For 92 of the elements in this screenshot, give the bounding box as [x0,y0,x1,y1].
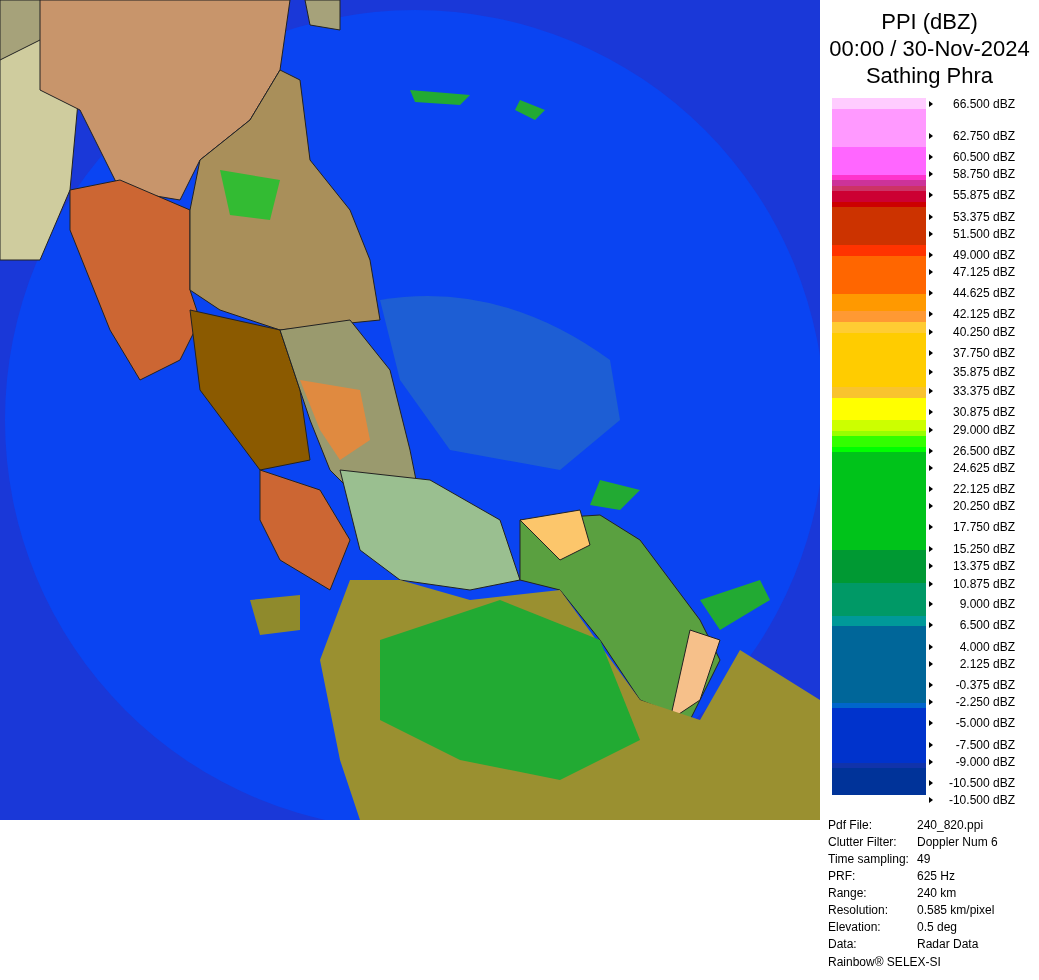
tick-arrow-icon [929,601,933,607]
tick-arrow-icon [929,350,933,356]
tick-arrow-icon [929,465,933,471]
scale-label: -10.500 dBZ [947,776,1015,790]
scale-label: 2.125 dBZ [958,657,1015,671]
scale-label: 15.250 dBZ [951,542,1015,556]
tick-arrow-icon [929,101,933,107]
scale-label: 24.625 dBZ [951,461,1015,475]
info-label: Data: [828,936,858,953]
info-value: 0.585 km/pixel [917,902,995,919]
scale-label: 6.500 dBZ [958,618,1015,632]
tick-arrow-icon [929,252,933,258]
info-value: 0.5 deg [917,919,958,936]
tick-arrow-icon [929,682,933,688]
scale-label: 58.750 dBZ [951,167,1015,181]
info-value: 49 [917,851,931,868]
scale-label: 42.125 dBZ [951,307,1015,321]
info-label: Pdf File: [828,817,873,834]
tick-arrow-icon [929,290,933,296]
scale-label: 26.500 dBZ [951,444,1015,458]
scale-label: 10.875 dBZ [951,577,1015,591]
tick-arrow-icon [929,192,933,198]
site-name: Sathing Phra [865,62,994,89]
info-label: PRF: [828,868,857,885]
info-value: 240_820.ppi [917,817,984,834]
scale-label: 35.875 dBZ [951,365,1015,379]
scale-label: 40.250 dBZ [951,325,1015,339]
scale-label: -9.000 dBZ [954,755,1015,769]
scale-label: 30.875 dBZ [951,405,1015,419]
tick-arrow-icon [929,427,933,433]
info-value: Doppler Num 6 [917,834,998,851]
tick-arrow-icon [929,524,933,530]
scale-label: 20.250 dBZ [951,499,1015,513]
tick-arrow-icon [929,759,933,765]
tick-arrow-icon [929,409,933,415]
tick-arrow-icon [929,644,933,650]
info-label: Elevation: [828,919,882,936]
scale-label: 49.000 dBZ [951,248,1015,262]
tick-arrow-icon [929,214,933,220]
tick-arrow-icon [929,171,933,177]
scale-label: 33.375 dBZ [951,384,1015,398]
tick-arrow-icon [929,797,933,803]
info-value: Radar Data [917,936,979,953]
tick-arrow-icon [929,133,933,139]
tick-arrow-icon [929,622,933,628]
tick-arrow-icon [929,369,933,375]
footer-credit: Rainbow® SELEX-SI [828,954,942,971]
scale-label: 66.500 dBZ [951,97,1015,111]
scale-label: 13.375 dBZ [951,559,1015,573]
tick-arrow-icon [929,154,933,160]
scale-label: 60.500 dBZ [951,150,1015,164]
product-title: PPI (dBZ) [881,8,978,35]
scale-label: 62.750 dBZ [951,129,1015,143]
tick-arrow-icon [929,581,933,587]
scale-label: 44.625 dBZ [951,286,1015,300]
scale-label: 22.125 dBZ [951,482,1015,496]
tick-arrow-icon [929,780,933,786]
info-value: 240 km [917,885,957,902]
tick-arrow-icon [929,448,933,454]
info-label: Range: [828,885,868,902]
date-time: 00:00 / 30-Nov-2024 [829,35,1030,62]
tick-arrow-icon [929,720,933,726]
scale-label: -7.500 dBZ [954,738,1015,752]
scale-label: 53.375 dBZ [951,210,1015,224]
scale-label: -5.000 dBZ [954,716,1015,730]
scale-label: 17.750 dBZ [951,520,1015,534]
scale-label: 9.000 dBZ [958,597,1015,611]
tick-arrow-icon [929,742,933,748]
scale-label: -10.500 dBZ [947,793,1015,807]
scale-label: 47.125 dBZ [951,265,1015,279]
info-label: Clutter Filter: [828,834,898,851]
tick-arrow-icon [929,699,933,705]
scale-label: 4.000 dBZ [958,640,1015,654]
scale-label: 37.750 dBZ [951,346,1015,360]
tick-arrow-icon [929,311,933,317]
tick-arrow-icon [929,563,933,569]
scale-label: 51.500 dBZ [951,227,1015,241]
scale-label: 29.000 dBZ [951,423,1015,437]
scale-label: -2.250 dBZ [954,695,1015,709]
info-label: Time sampling: [828,851,910,868]
tick-arrow-icon [929,503,933,509]
tick-arrow-icon [929,661,933,667]
scale-label: -0.375 dBZ [954,678,1015,692]
tick-arrow-icon [929,486,933,492]
tick-arrow-icon [929,329,933,335]
info-label: Resolution: [828,902,890,919]
tick-arrow-icon [929,231,933,237]
tick-arrow-icon [929,546,933,552]
tick-arrow-icon [929,269,933,275]
scale-label: 55.875 dBZ [951,188,1015,202]
info-value: 625 Hz [917,868,956,885]
tick-arrow-icon [929,388,933,394]
